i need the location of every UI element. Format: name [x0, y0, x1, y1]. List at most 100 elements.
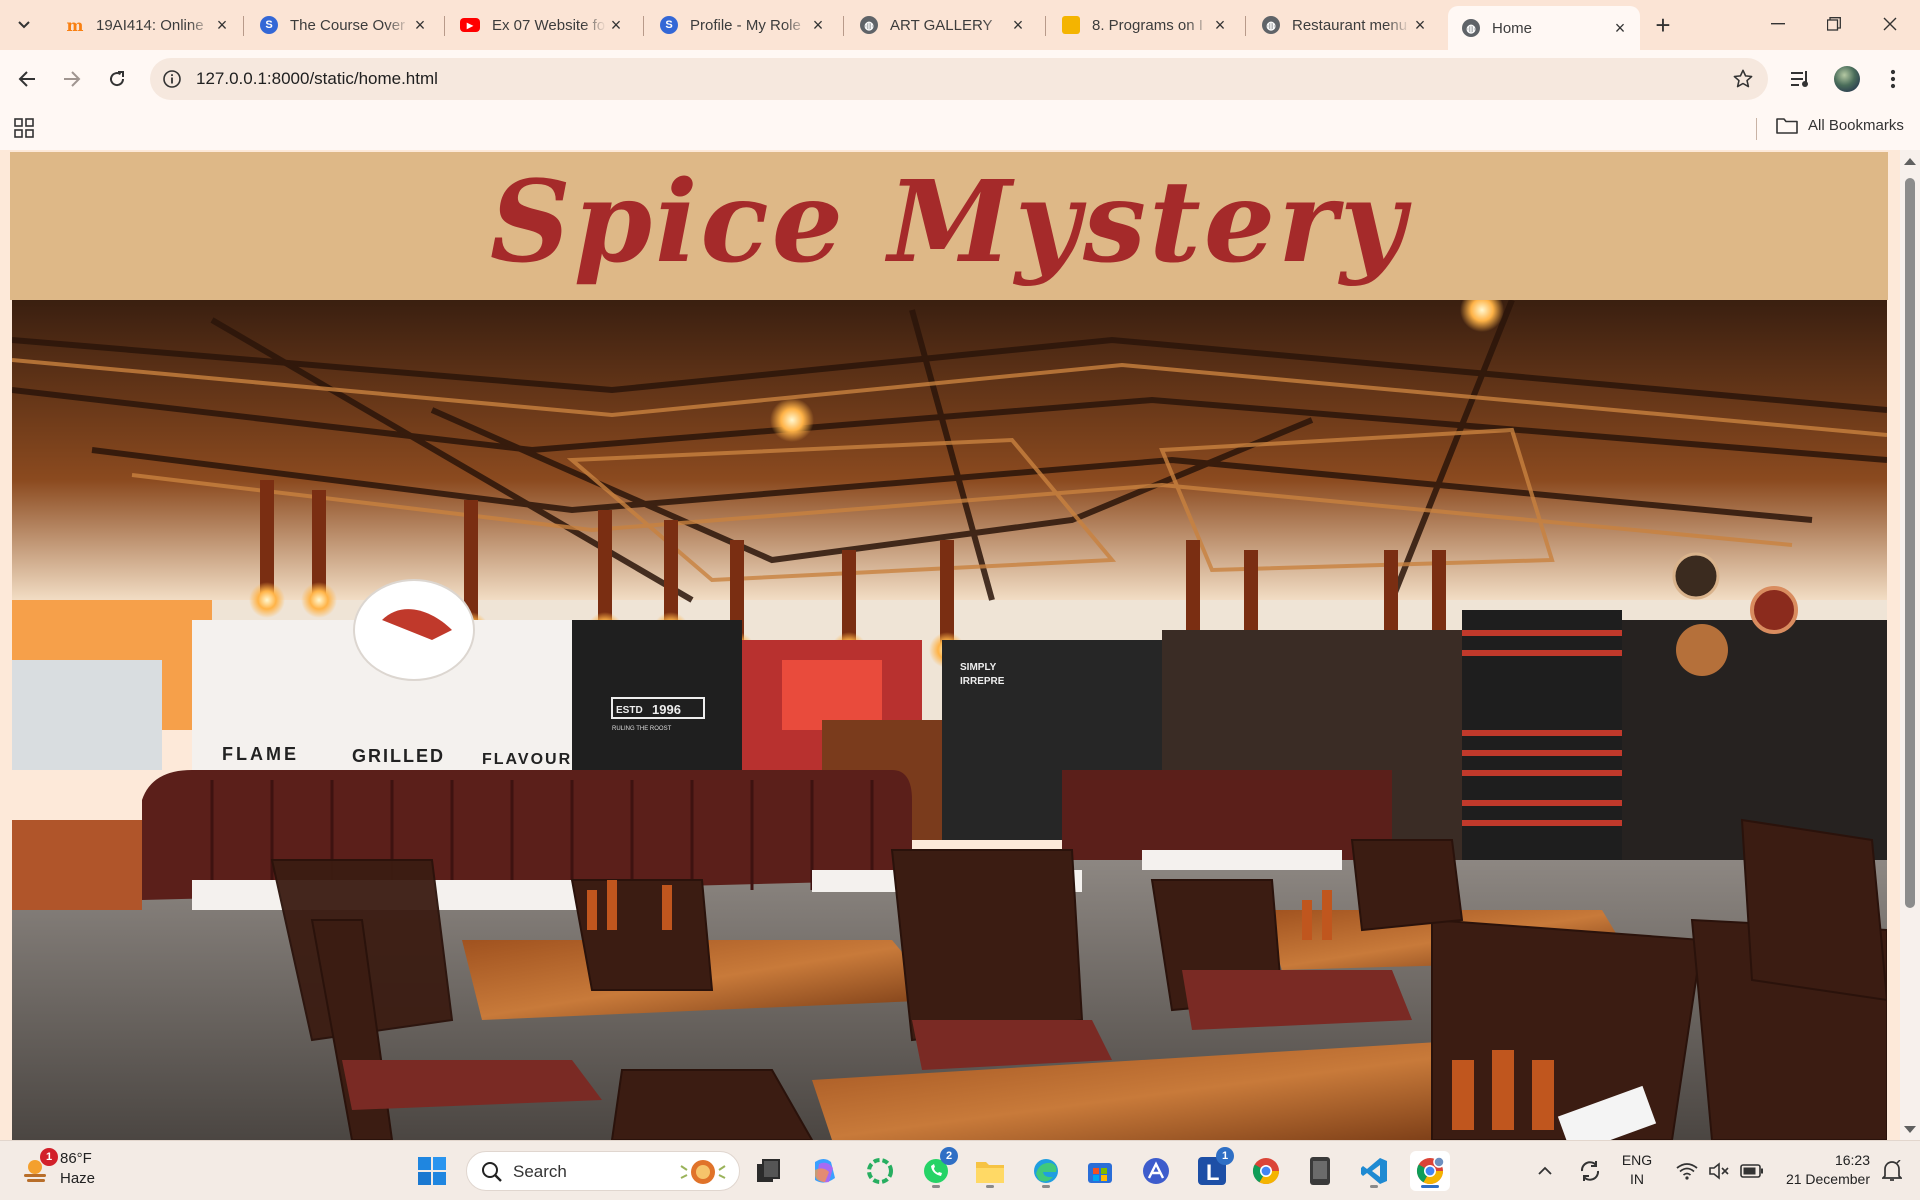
chrome-button[interactable]: [1246, 1151, 1286, 1191]
app-triangle-icon: [1143, 1158, 1169, 1184]
reload-button[interactable]: [100, 62, 134, 96]
back-button[interactable]: [10, 62, 44, 96]
profile-button[interactable]: [1830, 62, 1864, 96]
site-info-icon[interactable]: [162, 69, 182, 89]
close-icon: [1883, 17, 1897, 31]
tab-art-gallery[interactable]: ◍ ART GALLERY ×: [846, 6, 1038, 44]
scrollbar-thumb[interactable]: [1905, 178, 1915, 908]
whatsapp-button[interactable]: 2: [916, 1147, 958, 1191]
minimize-icon: [1771, 23, 1785, 25]
tab-course-overview[interactable]: S The Course Over ×: [246, 6, 440, 44]
clock-date: 21 December: [1785, 1171, 1870, 1187]
app-phone-icon: [1310, 1157, 1330, 1185]
photo-badge-year: 1996: [652, 702, 681, 717]
chrome-icon: [1252, 1158, 1280, 1185]
apps-grid-icon[interactable]: [14, 118, 34, 138]
forward-arrow-icon: [64, 71, 81, 87]
store-icon: [1088, 1163, 1112, 1183]
close-tab-icon[interactable]: ×: [1410, 15, 1430, 35]
weather-widget[interactable]: 1 86°F Haze: [20, 1148, 96, 1189]
photo-badge-sub: RULING THE ROOST: [612, 726, 672, 732]
vscode-button[interactable]: [1354, 1151, 1394, 1191]
globe-icon: ◍: [1462, 19, 1480, 37]
store-button[interactable]: [1080, 1151, 1120, 1191]
edge-icon: [1034, 1159, 1058, 1183]
tab-19ai414[interactable]: m 19AI414: Online ×: [52, 6, 242, 44]
page-viewport: Spice Mystery FLAME GRILLED FLAVOUR ESTD…: [0, 150, 1920, 1140]
tab-separator: [444, 16, 445, 36]
folder-icon: [1776, 118, 1798, 134]
tab-separator: [1045, 16, 1046, 36]
close-tab-icon[interactable]: ×: [808, 15, 828, 35]
tab-home[interactable]: ◍ Home ×: [1448, 6, 1640, 50]
page-scrollbar[interactable]: [1900, 150, 1920, 1140]
close-tab-icon[interactable]: ×: [1610, 18, 1630, 38]
running-indicator: [1370, 1185, 1378, 1188]
restore-button[interactable]: [1806, 0, 1862, 48]
bookmark-star-icon[interactable]: [1732, 68, 1754, 90]
close-tab-icon[interactable]: ×: [410, 15, 430, 35]
forward-button[interactable]: [55, 62, 89, 96]
tab-programs[interactable]: 8. Programs on I ×: [1048, 6, 1240, 44]
green-app-button[interactable]: [860, 1151, 900, 1191]
new-tab-button[interactable]: +: [1648, 10, 1678, 40]
tab-restaurant-menu[interactable]: ◍ Restaurant menu ×: [1248, 6, 1440, 44]
sync-button[interactable]: [1572, 1151, 1608, 1191]
scroll-down-arrow-icon[interactable]: [1904, 1126, 1916, 1133]
url-text[interactable]: 127.0.0.1:8000/static/home.html: [196, 69, 438, 89]
svg-text:L: L: [1206, 1160, 1219, 1185]
tab-youtube-ex07[interactable]: ▶ Ex 07 Website fo ×: [446, 6, 636, 44]
menu-button[interactable]: [1876, 62, 1910, 96]
moodle-icon: m: [66, 15, 84, 35]
close-tab-icon[interactable]: ×: [1210, 15, 1230, 35]
tab-profile[interactable]: S Profile - My Role ×: [646, 6, 838, 44]
search-label: Search: [513, 1162, 567, 1181]
l-app-badge: 1: [1216, 1147, 1234, 1165]
copilot-button[interactable]: [804, 1151, 844, 1191]
chrome-active-button[interactable]: [1410, 1151, 1450, 1191]
task-view-button[interactable]: [748, 1151, 788, 1191]
kebab-menu-icon: [1890, 69, 1896, 89]
show-hidden-icons-button[interactable]: [1530, 1151, 1560, 1191]
tab-separator: [1245, 16, 1246, 36]
photo-panel-line2: IRREPRE: [960, 676, 1005, 687]
weather-condition: Haze: [60, 1170, 96, 1187]
chevron-up-icon: [1538, 1166, 1552, 1175]
scroll-up-arrow-icon[interactable]: [1904, 158, 1916, 165]
clock[interactable]: 16:23 21 December: [1770, 1151, 1870, 1189]
close-tab-icon[interactable]: ×: [1008, 15, 1028, 35]
minimize-button[interactable]: [1750, 0, 1806, 48]
language-indicator[interactable]: ENG IN: [1614, 1151, 1660, 1189]
running-indicator: [1042, 1185, 1050, 1188]
weather-alert-badge: 1: [40, 1148, 58, 1166]
edge-button[interactable]: [1026, 1151, 1066, 1191]
search-icon: [482, 1162, 502, 1182]
triangle-app-button[interactable]: [1136, 1151, 1176, 1191]
address-bar[interactable]: 127.0.0.1:8000/static/home.html: [150, 58, 1768, 100]
photo-sign-grilled: GRILLED: [352, 746, 445, 766]
start-button[interactable]: [412, 1151, 452, 1191]
file-explorer-button[interactable]: [970, 1151, 1010, 1191]
windows-start-icon: [418, 1157, 446, 1185]
phone-app-button[interactable]: [1300, 1151, 1340, 1191]
tab-separator: [243, 16, 244, 36]
close-tab-icon[interactable]: ×: [212, 15, 232, 35]
search-highlight-icon: [680, 1160, 726, 1184]
restaurant-interior-photo: FLAME GRILLED FLAVOUR ESTD 1996 RULING T…: [12, 300, 1887, 1140]
quick-settings-button[interactable]: [1670, 1151, 1770, 1191]
all-bookmarks-button[interactable]: All Bookmarks: [1776, 116, 1904, 134]
notifications-button[interactable]: [1874, 1151, 1910, 1191]
battery-icon: [1740, 1164, 1763, 1178]
back-arrow-icon: [18, 71, 35, 87]
running-indicator-active: [1421, 1185, 1439, 1188]
taskbar-search[interactable]: Search: [466, 1151, 740, 1191]
photo-badge-estd: ESTD: [616, 705, 643, 716]
volume-muted-icon: [1709, 1162, 1729, 1180]
media-controls-button[interactable]: [1784, 62, 1818, 96]
language-line1: ENG: [1621, 1152, 1653, 1168]
close-window-button[interactable]: [1862, 0, 1918, 48]
l-app-button[interactable]: L 1: [1192, 1147, 1234, 1191]
tab-search-button[interactable]: [8, 10, 40, 40]
close-tab-icon[interactable]: ×: [606, 15, 626, 35]
profile-icon: S: [660, 16, 678, 34]
